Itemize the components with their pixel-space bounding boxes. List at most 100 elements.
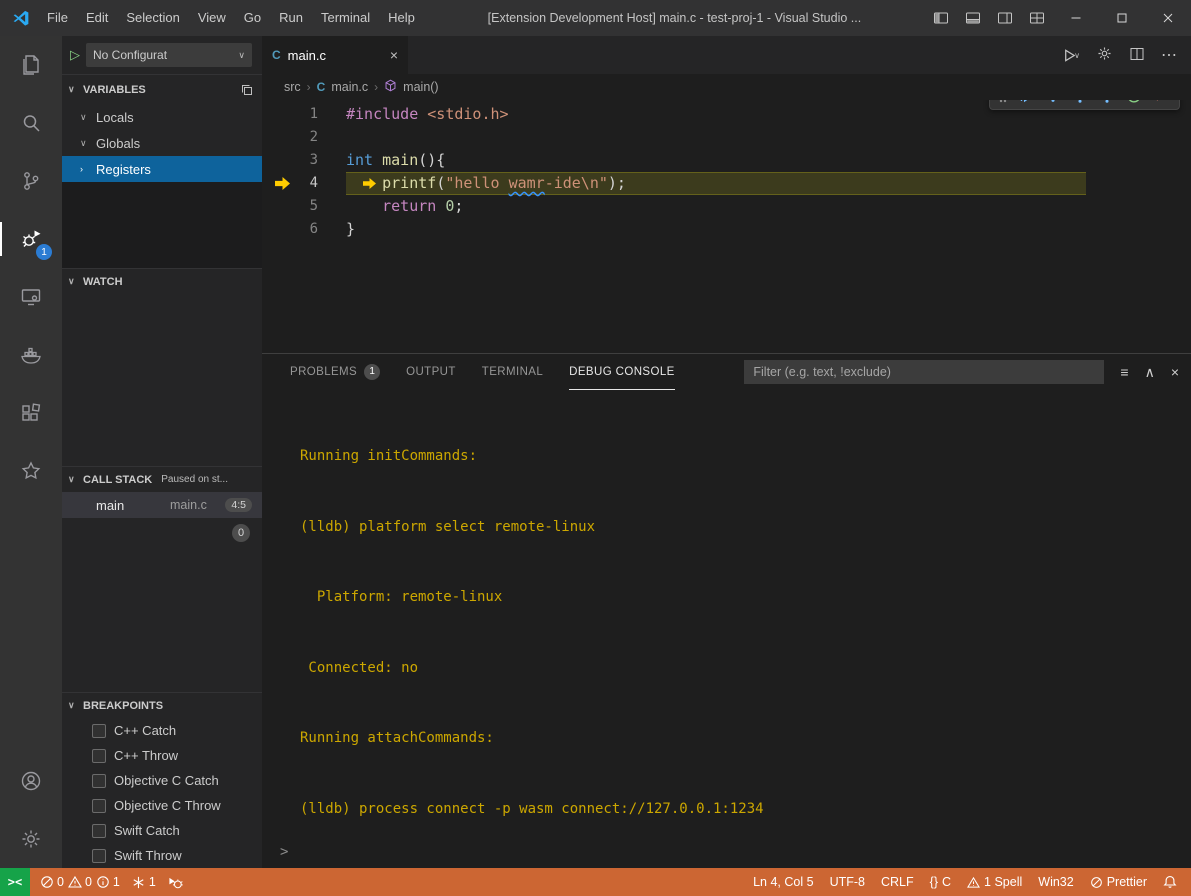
notifications-bell-icon[interactable]	[1163, 875, 1177, 889]
console-line: Running attachCommands:	[300, 727, 1191, 751]
cursor-position[interactable]: Ln 4, Col 5	[753, 875, 813, 889]
maximize-panel-icon[interactable]: ∧	[1145, 364, 1155, 381]
encoding-status[interactable]: UTF-8	[830, 875, 865, 889]
breakpoint-cpp-catch[interactable]: C++ Catch	[62, 718, 262, 743]
variables-item-locals[interactable]: ∨ Locals	[62, 104, 262, 130]
checkbox-unchecked-icon[interactable]	[92, 799, 106, 813]
call-stack-section-header[interactable]: ∨ CALL STACK Paused on st...	[62, 466, 262, 492]
menu-view[interactable]: View	[189, 0, 235, 36]
menu-run[interactable]: Run	[270, 0, 312, 36]
tab-terminal[interactable]: TERMINAL	[482, 354, 543, 390]
settings-gear-icon[interactable]	[0, 810, 62, 868]
disconnect-button[interactable]	[1147, 100, 1174, 109]
spell-checker-status[interactable]: 1 Spell	[967, 875, 1022, 889]
vscode-window: File Edit Selection View Go Run Terminal…	[0, 0, 1191, 896]
editor-gutter[interactable]: 4	[262, 172, 346, 195]
sidebar-item-explorer[interactable]	[0, 36, 62, 94]
close-panel-icon[interactable]: ×	[1171, 364, 1179, 380]
editor-gutter[interactable]: 6	[262, 218, 346, 241]
tab-debug-console[interactable]: DEBUG CONSOLE	[569, 354, 675, 390]
toggle-sidebar-icon[interactable]	[925, 0, 957, 36]
breakpoint-objc-throw[interactable]: Objective C Throw	[62, 793, 262, 818]
chevron-down-icon[interactable]: ∨	[1170, 100, 1175, 101]
tab-problems[interactable]: PROBLEMS 1	[290, 354, 380, 390]
ports-status[interactable]: 1	[132, 875, 156, 889]
account-icon[interactable]	[0, 752, 62, 810]
remote-explorer-icon[interactable]	[0, 268, 62, 326]
vscode-logo-icon	[12, 9, 30, 27]
stack-frame-row[interactable]: main main.c 4:5	[62, 492, 262, 518]
split-editor-icon[interactable]	[1129, 46, 1145, 65]
toggle-secondary-sidebar-icon[interactable]	[989, 0, 1021, 36]
debug-config-gear-icon[interactable]	[1096, 45, 1113, 65]
breakpoint-objc-catch[interactable]: Objective C Catch	[62, 768, 262, 793]
checkbox-unchecked-icon[interactable]	[92, 824, 106, 838]
remote-indicator[interactable]: ><	[0, 868, 30, 896]
console-filter-input[interactable]	[744, 360, 1104, 384]
variables-item-registers[interactable]: › Registers	[62, 156, 262, 182]
breadcrumb-file[interactable]: main.c	[331, 80, 368, 94]
formatter-status[interactable]: Prettier	[1090, 875, 1147, 889]
checkbox-unchecked-icon[interactable]	[92, 849, 106, 863]
extensions-icon[interactable]	[0, 384, 62, 442]
checkbox-unchecked-icon[interactable]	[92, 774, 106, 788]
code-editor[interactable]: ∨ 1 #include <stdio.h> 2 3 int main(){	[262, 100, 1191, 353]
step-out-button[interactable]	[1093, 100, 1120, 109]
star-icon[interactable]	[0, 442, 62, 500]
variables-section-header[interactable]: ∨ VARIABLES	[62, 74, 262, 104]
frame-name: main	[96, 498, 170, 513]
toggle-panel-icon[interactable]	[957, 0, 989, 36]
debug-status-icon[interactable]	[168, 875, 183, 890]
start-debug-icon[interactable]: ▷	[70, 47, 80, 63]
tab-main-c[interactable]: C main.c ×	[262, 36, 408, 74]
run-and-debug-icon[interactable]: 1	[0, 210, 62, 268]
close-window-button[interactable]	[1145, 0, 1191, 36]
problems-status[interactable]: 0 0 1	[40, 875, 120, 889]
source-control-icon[interactable]	[0, 152, 62, 210]
search-icon[interactable]	[0, 94, 62, 152]
copy-icon[interactable]	[240, 83, 254, 97]
console-input-prompt[interactable]: >	[280, 844, 288, 860]
menu-edit[interactable]: Edit	[77, 0, 117, 36]
platform-status[interactable]: Win32	[1038, 875, 1073, 889]
menu-terminal[interactable]: Terminal	[312, 0, 379, 36]
maximize-button[interactable]	[1099, 0, 1145, 36]
menu-help[interactable]: Help	[379, 0, 424, 36]
more-actions-icon[interactable]: ⋯	[1161, 45, 1177, 65]
menu-go[interactable]: Go	[235, 0, 270, 36]
breakpoint-swift-throw[interactable]: Swift Throw	[62, 843, 262, 868]
watch-section-header[interactable]: ∨ WATCH	[62, 268, 262, 294]
editor-gutter[interactable]: 3	[262, 149, 346, 172]
breakpoints-section-header[interactable]: ∨ BREAKPOINTS	[62, 692, 262, 718]
continue-button[interactable]	[1012, 100, 1039, 109]
tab-output[interactable]: OUTPUT	[406, 354, 456, 390]
code-line-5: 5 return 0;	[262, 195, 1191, 218]
eol-status[interactable]: CRLF	[881, 875, 914, 889]
filter-lines-icon[interactable]: ≡	[1120, 364, 1128, 380]
editor-gutter[interactable]: 1	[262, 103, 346, 126]
customize-layout-icon[interactable]	[1021, 0, 1053, 36]
breadcrumb-folder[interactable]: src	[284, 80, 301, 94]
run-file-button[interactable]: ∨	[1061, 47, 1080, 64]
breakpoint-swift-catch[interactable]: Swift Catch	[62, 818, 262, 843]
breakpoint-label: Objective C Catch	[114, 773, 219, 788]
checkbox-unchecked-icon[interactable]	[92, 749, 106, 763]
breakpoint-cpp-throw[interactable]: C++ Throw	[62, 743, 262, 768]
docker-icon[interactable]	[0, 326, 62, 384]
language-mode[interactable]: {} C	[930, 875, 951, 889]
checkbox-unchecked-icon[interactable]	[92, 724, 106, 738]
menu-file[interactable]: File	[38, 0, 77, 36]
toolbar-drag-handle[interactable]	[994, 100, 1012, 105]
step-over-button[interactable]	[1039, 100, 1066, 109]
menu-selection[interactable]: Selection	[117, 0, 188, 36]
launch-config-dropdown[interactable]: No Configurat ∨	[86, 43, 252, 67]
close-tab-icon[interactable]: ×	[390, 47, 398, 63]
editor-gutter[interactable]: 5	[262, 195, 346, 218]
variables-item-globals[interactable]: ∨ Globals	[62, 130, 262, 156]
editor-gutter[interactable]: 2	[262, 126, 346, 149]
restart-button[interactable]	[1120, 100, 1147, 109]
breadcrumb-symbol[interactable]: main()	[403, 80, 438, 94]
debug-console-output[interactable]: Running initCommands: (lldb) platform se…	[262, 390, 1191, 868]
step-into-button[interactable]	[1066, 100, 1093, 109]
minimize-button[interactable]	[1053, 0, 1099, 36]
